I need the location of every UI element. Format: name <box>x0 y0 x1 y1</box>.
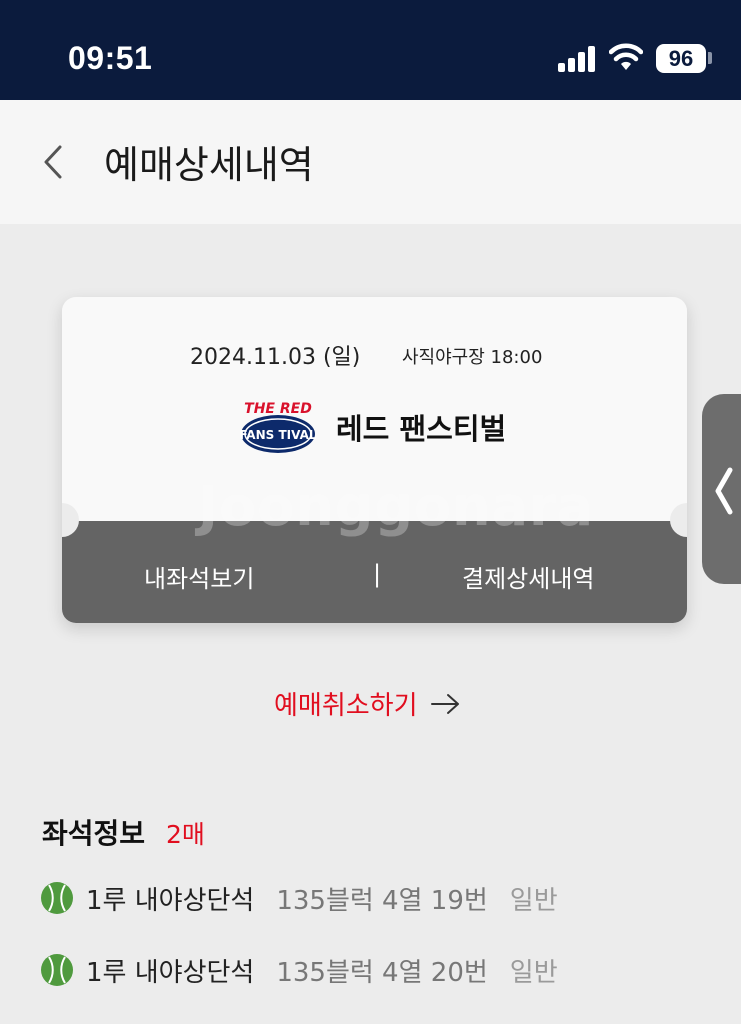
baseball-icon <box>41 954 73 986</box>
action-divider: | <box>373 560 382 588</box>
watermark: Joonggonara <box>198 475 595 538</box>
event-name: 레드 팬스티벌 <box>336 412 507 446</box>
cellular-signal-icon <box>558 46 598 72</box>
page-title: 예매상세내역 <box>104 143 314 187</box>
seat-type: 일반 <box>509 957 558 988</box>
seat-row: 1루 내야상단석 135블럭 4열 20번 일반 <box>40 953 558 988</box>
seat-count: 2매 <box>166 820 205 849</box>
seat-type: 일반 <box>509 885 558 916</box>
seat-detail: 135블럭 4열 19번 <box>276 885 488 916</box>
cancel-reservation-link[interactable]: 예매취소하기 <box>274 685 462 722</box>
payment-detail-button[interactable]: 결제상세내역 <box>462 559 594 594</box>
event-date: 2024.11.03 (일) <box>190 345 361 370</box>
status-bar: 09:51 96 <box>0 0 741 100</box>
seat-zone: 1루 내야상단석 <box>86 885 255 916</box>
seat-row: 1루 내야상단석 135블럭 4열 19번 일반 <box>40 881 558 916</box>
cancel-reservation-label: 예매취소하기 <box>274 691 418 721</box>
seat-info-title: 좌석정보 <box>42 817 146 850</box>
baseball-icon <box>41 882 73 914</box>
status-time: 09:51 <box>68 40 153 76</box>
battery-icon: 96 <box>656 44 706 73</box>
ticket-card: 2024.11.03 (일) 사직야구장 18:00 THE RED FANS … <box>62 297 687 623</box>
seat-zone: 1루 내야상단석 <box>86 957 255 988</box>
arrow-right-icon <box>430 693 459 714</box>
logo-text-top: THE RED <box>244 401 312 417</box>
logo-text-bottom: FANS TIVAL <box>239 428 316 442</box>
view-my-seat-button[interactable]: 내좌석보기 <box>144 559 254 594</box>
team-logo: THE RED FANS TIVAL <box>239 401 317 453</box>
battery-tip <box>708 52 712 64</box>
event-venue-time: 사직야구장 18:00 <box>402 347 543 368</box>
chevron-left-icon[interactable] <box>38 143 66 181</box>
seat-detail: 135블럭 4열 20번 <box>276 957 488 988</box>
wifi-icon <box>609 43 643 70</box>
chevron-left-icon[interactable] <box>712 466 736 516</box>
